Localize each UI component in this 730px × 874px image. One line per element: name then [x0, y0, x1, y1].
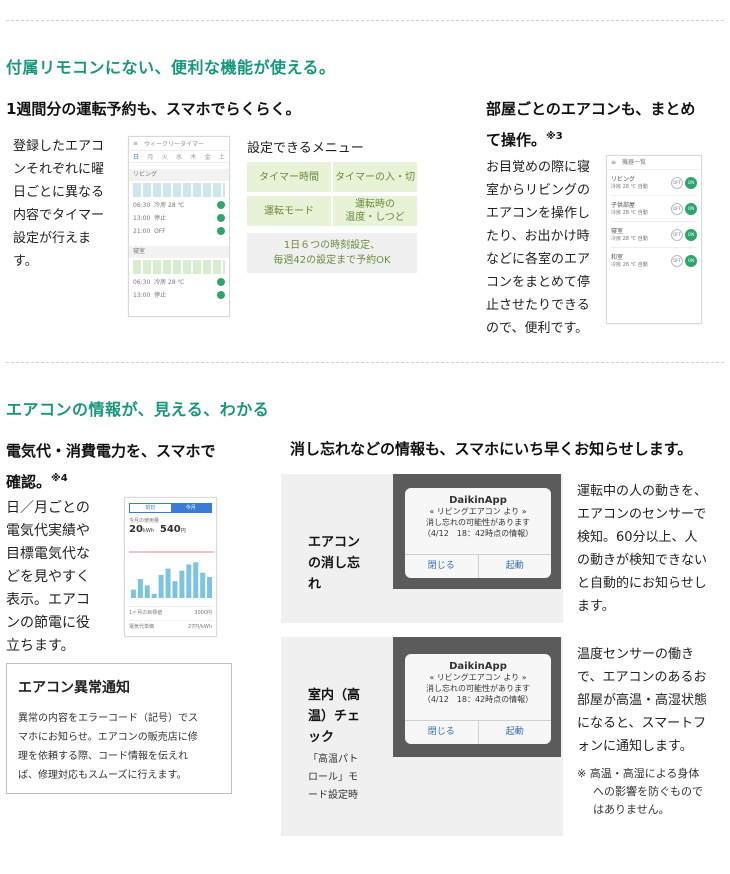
power-body: 日／月ごとの 電気代実績や 目標電気代な どを見やすく 表示。エアコ ンの節電に…	[6, 500, 90, 654]
toggle-on-icon[interactable]	[217, 291, 225, 299]
weekly-body: 登録したエアコ ンそれぞれに曜 日ごとに異なる 内容でタイマー 設定が行えま す…	[13, 139, 105, 269]
weekly-timer-screenshot: ≡ ウィークリータイマー 日 月 火 水 木 金 土 リビング 06:30 冷房…	[128, 136, 230, 317]
back-icon: ≡	[133, 140, 139, 147]
dialog-launch-button[interactable]: 起動	[479, 721, 552, 744]
room-header: リビング	[129, 169, 229, 181]
usage-values: 20kWh 540円	[129, 524, 186, 535]
usage-bar	[158, 574, 164, 598]
usage-label: 今月の使用量	[129, 518, 160, 524]
menu-item-timer-time: タイマー時間	[247, 162, 331, 192]
panel2-sublabel: 「高温パト ロール」モ ード設定時	[308, 754, 359, 801]
usage-bar	[179, 570, 185, 598]
divider-top	[6, 20, 724, 21]
dialog-launch-button[interactable]: 起動	[479, 555, 552, 578]
section1-heading: 付属リモコンにない、便利な機能が使える。	[6, 58, 336, 77]
rooms-body: お目覚めの際に寝 室からリビングの エアコンを操作し たり、お出かけ時 などに各…	[486, 160, 591, 336]
error-notice-body: 異常の内容をエラーコード（記号）でス マホにお知らせ。エアコンの販売店に修 理を…	[18, 713, 198, 781]
timeline-bar	[133, 260, 225, 274]
device-row[interactable]: 子供部屋 冷房 28 ℃ 自動 OFF ON	[611, 200, 697, 222]
panel1-desc: 運転中の人の動きを、 エアコンのセンサーで 検知。60分以上、人 の動きが検知で…	[577, 484, 708, 614]
panel2-note: ※ 高温・高湿による身体 への影響を防ぐもので はありません。	[577, 767, 703, 816]
usage-bar	[130, 589, 136, 598]
off-button[interactable]: OFF	[671, 229, 683, 241]
device-row[interactable]: リビング 冷房 28 ℃ 自動 OFF ON	[611, 174, 697, 196]
usage-bar	[137, 579, 143, 598]
usage-bar	[144, 585, 150, 598]
menu-item-mode: 運転モード	[247, 196, 331, 226]
usage-bar	[186, 564, 192, 598]
day-tabs: 日 月 火 水 木 金 土	[129, 151, 229, 163]
divider-middle	[6, 362, 724, 363]
tab-month[interactable]: 今月	[170, 504, 211, 512]
toggle-on-icon[interactable]	[217, 278, 225, 286]
panel2-desc: 温度センサーの働き で、エアコンのあるお 部屋が高温・高湿状態 になると、スマー…	[577, 647, 708, 754]
timeline-bar	[133, 183, 225, 197]
unit-price-row: 電気代単価 27円/kWh	[129, 620, 212, 630]
period-tabs: 前日 今月	[129, 503, 212, 513]
off-button[interactable]: OFF	[671, 177, 683, 189]
off-button[interactable]: OFF	[671, 203, 683, 215]
menu-title: 設定できるメニュー	[247, 141, 364, 156]
panel2-label: 室内（高 温）チェ ック	[308, 688, 361, 745]
push-notification-dialog: DaikinApp « リビングエアコン より » 消し忘れの可能性があります …	[405, 488, 551, 578]
toggle-on-icon[interactable]	[217, 214, 225, 222]
notify-title: 消し忘れなどの情報も、スマホにいち早くお知らせします。	[290, 440, 693, 458]
off-button[interactable]: OFF	[671, 255, 683, 267]
on-button[interactable]: ON	[685, 177, 697, 189]
toggle-on-icon[interactable]	[217, 201, 225, 209]
power-title: 電気代・消費電力を、スマホで 確認。※4	[6, 442, 216, 491]
usage-bar	[200, 572, 206, 598]
usage-bar	[172, 581, 178, 598]
target-row: 1ヶ月の目標値 3000円	[129, 606, 212, 616]
on-button[interactable]: ON	[685, 203, 697, 215]
device-row[interactable]: 寝室 冷房 28 ℃ 自動 OFF ON	[611, 226, 697, 248]
power-usage-screenshot: 前日 今月 今月の使用量 20kWh 540円 1ヶ月の目標値 3000円 電気代…	[124, 497, 217, 637]
menu-icon: ≡	[611, 159, 617, 166]
dialog-close-button[interactable]: 閉じる	[405, 721, 479, 744]
toggle-on-icon[interactable]	[217, 227, 225, 235]
usage-bar	[165, 568, 171, 598]
usage-bar-chart	[129, 551, 214, 598]
menu-item-temp-humidity: 運転時の 温度・しつど	[333, 196, 417, 226]
menu-note: 1日６つの時刻設定、 毎週42の設定まで予約OK	[247, 233, 417, 273]
push-notification-dialog: DaikinApp « リビングエアコン より » 消し忘れの可能性があります …	[405, 654, 551, 744]
device-list-screenshot: ≡ 機器一覧 リビング 冷房 28 ℃ 自動 OFF ON 子供部屋 冷房 28…	[606, 155, 702, 324]
usage-bar	[151, 593, 157, 598]
room-header: 寝室	[129, 246, 229, 258]
usage-bar	[207, 577, 213, 598]
dialog-close-button[interactable]: 閉じる	[405, 555, 479, 578]
error-notice-title: エアコン異常通知	[18, 680, 130, 696]
on-button[interactable]: ON	[685, 229, 697, 241]
rooms-title: 部屋ごとのエアコンも、まとめ て操作。※3	[486, 100, 696, 149]
section2-heading: エアコンの情報が、見える、わかる	[6, 400, 270, 419]
tab-day[interactable]: 前日	[130, 504, 171, 512]
usage-bar	[193, 562, 199, 598]
panel1-label: エアコン の消し忘 れ	[308, 535, 361, 592]
on-button[interactable]: ON	[685, 255, 697, 267]
weekly-title: 1週間分の運転予約も、スマホでらくらく。	[6, 100, 301, 118]
menu-item-timer-onoff: タイマーの入・切	[333, 162, 417, 192]
device-row[interactable]: 和室 冷房 28 ℃ 自動 OFF ON	[611, 252, 697, 274]
error-notice-box: エアコン異常通知 異常の内容をエラーコード（記号）でス マホにお知らせ。エアコン…	[6, 663, 232, 794]
